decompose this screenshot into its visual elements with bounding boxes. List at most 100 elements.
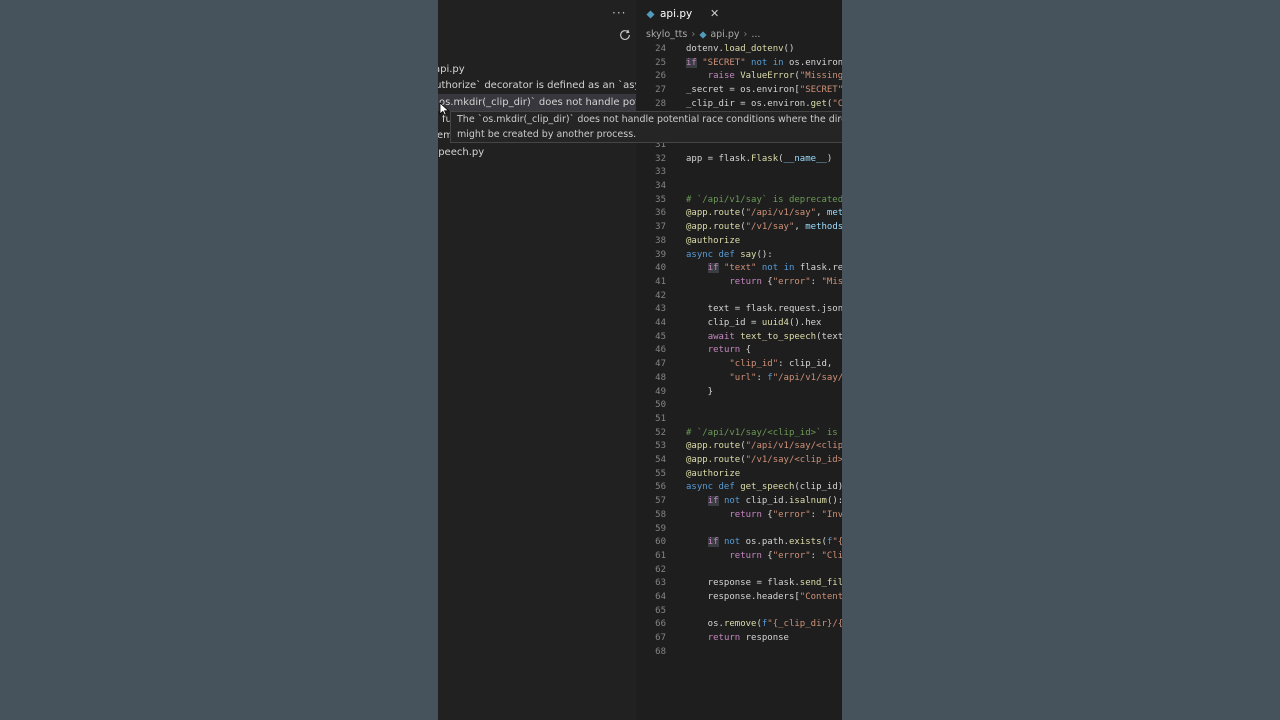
ai-comment-text: `os.mkdir(_clip_dir)` does not handle po…: [438, 97, 636, 108]
line-number: 67: [655, 633, 666, 644]
ai-comment-item[interactable]: api.py: [438, 61, 469, 78]
line-number: 25: [655, 57, 666, 68]
breadcrumb-separator-icon: ›: [743, 29, 748, 40]
code-text: if not os.path.exists(f"{: [707, 537, 842, 548]
line-number: 66: [655, 619, 666, 630]
code-text: @app.route("/api/v1/say", methods: [686, 208, 842, 219]
code-text: return {: [707, 345, 752, 356]
code-text: @authorize: [686, 468, 741, 479]
python-file-icon: [646, 10, 655, 19]
refresh-icon[interactable]: [618, 28, 632, 42]
line-number: 35: [655, 194, 666, 205]
code-text: if not clip_id.isalnum():: [707, 496, 842, 507]
line-number: 57: [655, 496, 666, 507]
line-number: 51: [655, 413, 666, 424]
line-number: 38: [655, 235, 666, 246]
code-text: return response: [707, 633, 789, 644]
code-text: async def say():: [686, 249, 773, 260]
code-text: await text_to_speech(text: [707, 331, 842, 342]
close-tab-icon[interactable]: ✕: [710, 7, 719, 20]
line-number: 36: [655, 208, 666, 219]
line-number: 50: [655, 400, 666, 411]
tooltip-line-1: The `os.mkdir(_clip_dir)` does not handl…: [457, 114, 842, 125]
line-number: 68: [655, 646, 666, 657]
code-text: async def get_speech(clip_id): [686, 482, 842, 493]
line-number: 43: [655, 304, 666, 315]
code-text: return {"error": "Inv: [729, 509, 842, 520]
line-number: 61: [655, 550, 666, 561]
line-number: 27: [655, 85, 666, 96]
line-number: 47: [655, 359, 666, 370]
code-text: dotenv.load_dotenv(): [686, 44, 795, 54]
tab-api-py[interactable]: api.py ✕: [636, 0, 728, 27]
ai-comment-text: speech.py: [438, 147, 485, 158]
code-text: if "text" not in flask.request: [707, 263, 842, 274]
tooltip-line-2: might be created by another process.: [457, 129, 637, 140]
line-number: 28: [655, 98, 666, 109]
line-number: 62: [655, 564, 666, 575]
ai-comment-item[interactable]: `authorize` decorator is defined as an `…: [438, 77, 636, 94]
line-number: 45: [655, 331, 666, 342]
ai-comment-text: `authorize` decorator is defined as an `…: [438, 80, 636, 91]
code-text: if "SECRET" not in os.environ:: [686, 57, 842, 68]
comment-tooltip: The `os.mkdir(_clip_dir)` does not handl…: [450, 111, 842, 143]
line-number: 41: [655, 276, 666, 287]
ai-comment-item[interactable]: speech.py: [438, 144, 489, 161]
code-text: @app.route("/v1/say/<clip_id>: [686, 455, 842, 465]
ai-comment-text: api.py: [438, 64, 465, 75]
ai-comments-panel: ··· api.py `authorize` decorator is defin…: [438, 0, 636, 720]
line-number: 63: [655, 578, 666, 589]
ai-comment-item[interactable]: `os.mkdir(_clip_dir)` does not handle po…: [438, 94, 636, 111]
code-text: return {"error": "Cli: [729, 550, 842, 561]
breadcrumb: skylo_tts › api.py ›...: [646, 29, 760, 43]
code-text: app = flask.Flask(__name__): [686, 153, 833, 164]
breadcrumb-symbol[interactable]: ...: [751, 29, 760, 40]
line-number: 24: [655, 44, 666, 54]
code-text: raise ValueError("Missing SECRET"): [707, 71, 842, 82]
line-number: 37: [655, 222, 666, 233]
more-actions-icon[interactable]: ···: [612, 6, 626, 20]
code-text: response = flask.send_file: [686, 578, 842, 589]
line-number: 54: [655, 455, 666, 465]
code-text: @app.route("/api/v1/say/<clip: [686, 441, 842, 452]
code-text: @authorize: [686, 235, 741, 246]
editor-tab-bar: api.py ✕: [636, 0, 842, 27]
line-number: 46: [655, 345, 666, 356]
line-number: 53: [655, 441, 666, 452]
vscode-window: ··· api.py `authorize` decorator is defin…: [438, 0, 842, 720]
line-number: 60: [655, 537, 666, 548]
line-number: 59: [655, 523, 666, 534]
code-text: _clip_dir = os.environ.get("CLIP_DIR"): [686, 98, 842, 109]
breadcrumb-folder[interactable]: skylo_tts: [646, 29, 687, 40]
tab-label: api.py: [660, 8, 693, 20]
code-text: response.headers["Content: [686, 592, 842, 602]
line-number: 65: [655, 605, 666, 616]
code-text: @app.route("/v1/say", methods: [686, 222, 842, 233]
code-text: "clip_id": clip_id,: [729, 359, 833, 370]
line-number: 58: [655, 509, 666, 520]
line-number: 52: [655, 427, 666, 438]
code-area[interactable]: 24 dotenv.load_dotenv() 25 if "SECRET" not …: [636, 43, 842, 720]
code-text: "url": f"/api/v1/say/: [729, 372, 842, 383]
mouse-cursor-icon: [439, 102, 450, 116]
code-text: }: [686, 386, 714, 397]
python-file-icon: [699, 30, 707, 39]
code-editor[interactable]: api.py ✕ skylo_tts › api.py ›... 24 dotenv.l…: [636, 0, 842, 720]
line-number: 64: [655, 592, 666, 602]
line-number: 48: [655, 372, 666, 383]
code-text: os.remove(f"{_clip_dir}/{: [686, 619, 842, 630]
line-number: 40: [655, 263, 666, 274]
line-number: 55: [655, 468, 666, 479]
line-number: 44: [655, 318, 666, 328]
code-text: _secret = os.environ["SECRET"]: [686, 85, 842, 96]
line-number: 56: [655, 482, 666, 493]
line-number: 34: [655, 181, 666, 191]
line-number: 26: [655, 71, 666, 82]
code-text: text = flask.request.json: [686, 304, 842, 315]
breadcrumb-file[interactable]: api.py: [710, 29, 739, 40]
code-text: clip_id = uuid4().hex: [686, 318, 822, 328]
line-number: 42: [655, 290, 666, 301]
code-text: return {"error": "Missing": [729, 276, 842, 287]
code-text: # `/api/v1/say` is deprecated: [686, 194, 842, 205]
code-text: # `/api/v1/say/<clip_id>` is: [686, 427, 838, 438]
